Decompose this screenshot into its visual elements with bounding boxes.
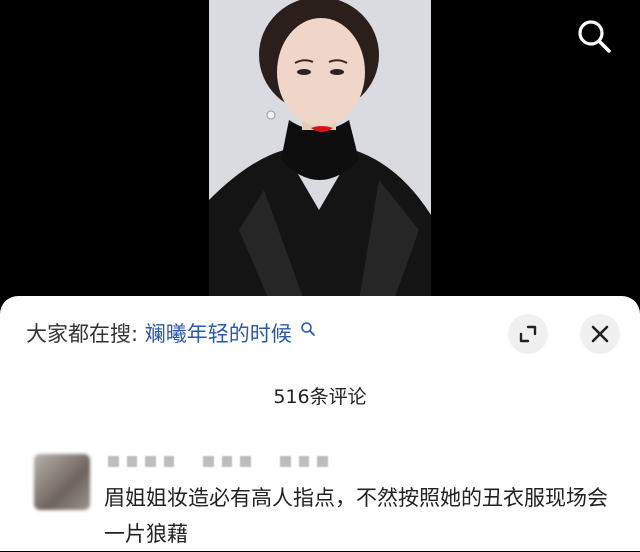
search-suggestion[interactable]: 大家都在搜: 斓曦年轻的时候 [26, 318, 316, 348]
suggestion-keyword[interactable]: 斓曦年轻的时候 [145, 322, 292, 346]
suggestion-separator: : [131, 322, 139, 346]
blurred-username [108, 456, 328, 470]
close-button[interactable] [580, 314, 620, 354]
suggestion-prefix: 大家都在搜 [26, 322, 131, 346]
small-search-icon [301, 322, 316, 336]
close-icon [591, 325, 609, 343]
video-area[interactable] [0, 0, 640, 300]
comment-text: 眉姐姐妆造必有高人指点，不然按照她的丑衣服现场会一片狼藉 [104, 486, 608, 546]
search-icon[interactable] [574, 16, 614, 56]
expand-icon [519, 325, 537, 343]
video-photo [209, 0, 431, 300]
avatar[interactable] [34, 454, 90, 510]
expand-button[interactable] [508, 314, 548, 354]
comment-count: 516条评论 [273, 386, 367, 408]
comment-sheet: 大家都在搜: 斓曦年轻的时候 516条评论 眉姐姐妆造必有高人指点，不然按照她的… [0, 296, 640, 551]
